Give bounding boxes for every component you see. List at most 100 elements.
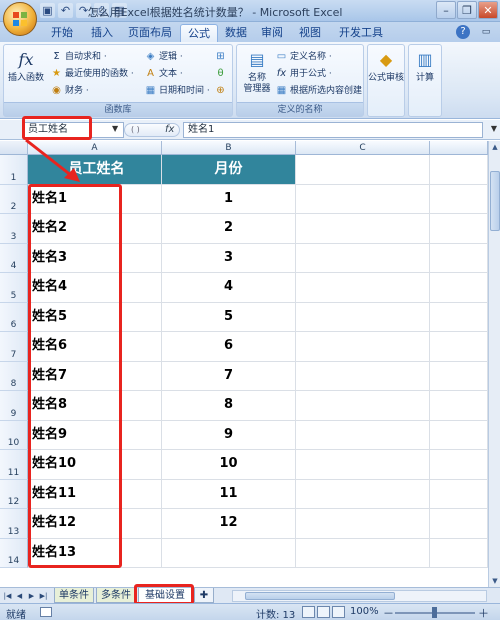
sheet-tab-base[interactable]: 基础设置 [138, 588, 192, 603]
cell-month[interactable] [162, 538, 296, 568]
sheet-tab-single[interactable]: 单条件 [54, 588, 94, 603]
recent-functions-button[interactable]: ★ 最近使用的函数 · [50, 66, 134, 82]
define-name-button[interactable]: ▭ 定义名称 · [275, 49, 332, 65]
sheet-tab-multi[interactable]: 多条件 [96, 588, 136, 603]
cell-empty[interactable] [430, 420, 488, 450]
formula-auditing-button[interactable]: ◆ 公式审核 [368, 49, 404, 84]
cell-name[interactable]: 姓名3 [28, 243, 162, 273]
cell-empty[interactable] [296, 420, 430, 450]
autosum-button[interactable]: Σ 自动求和 · [50, 49, 106, 65]
cell-empty[interactable] [296, 214, 430, 244]
row-header[interactable]: 13 [0, 509, 28, 539]
math-icon[interactable]: θ [214, 66, 229, 82]
formula-input[interactable]: 姓名1 [183, 122, 483, 138]
insert-function-button[interactable]: fx 插入函数 [6, 49, 46, 84]
cell-name[interactable]: 姓名2 [28, 214, 162, 244]
cell-month[interactable]: 6 [162, 332, 296, 362]
restore-button[interactable]: ❐ [457, 1, 477, 19]
cell-name[interactable]: 姓名7 [28, 361, 162, 391]
row-header[interactable]: 12 [0, 479, 28, 509]
cell-month[interactable]: 7 [162, 361, 296, 391]
cell-month[interactable]: 5 [162, 302, 296, 332]
tab-insert[interactable]: 插入 [84, 24, 120, 42]
row-header[interactable]: 11 [0, 450, 28, 480]
cell-empty[interactable] [430, 155, 488, 185]
tab-review[interactable]: 审阅 [256, 24, 288, 42]
row-header[interactable]: 2 [0, 184, 28, 214]
cell-empty[interactable] [296, 509, 430, 539]
tab-view[interactable]: 视图 [293, 24, 327, 42]
text-button[interactable]: A 文本 · [144, 66, 183, 82]
zoom-slider-knob[interactable] [432, 607, 437, 618]
horizontal-scrollbar[interactable] [232, 590, 487, 602]
cell-name[interactable]: 姓名13 [28, 538, 162, 568]
page-layout-view-icon[interactable] [317, 606, 330, 618]
cell-empty[interactable] [296, 361, 430, 391]
cell-empty[interactable] [430, 332, 488, 362]
cell-empty[interactable] [296, 332, 430, 362]
close-button[interactable]: ✕ [478, 1, 498, 19]
prev-sheet-icon[interactable]: ◀ [14, 590, 25, 602]
ribbon-minimize-icon[interactable]: ▭ [477, 25, 495, 39]
lookup-icon[interactable]: ⊞ [214, 49, 229, 65]
cell-month[interactable]: 8 [162, 391, 296, 421]
cell-month[interactable]: 11 [162, 479, 296, 509]
cell-empty[interactable] [296, 273, 430, 303]
cell-empty[interactable] [430, 509, 488, 539]
next-sheet-icon[interactable]: ▶ [26, 590, 37, 602]
chevron-down-icon[interactable]: ▼ [112, 124, 118, 133]
cell-name[interactable]: 姓名6 [28, 332, 162, 362]
tab-data[interactable]: 数据 [220, 24, 252, 42]
cell-empty[interactable] [296, 184, 430, 214]
row-header[interactable]: 6 [0, 302, 28, 332]
tab-page-layout[interactable]: 页面布局 [122, 24, 178, 42]
cell-empty[interactable] [430, 214, 488, 244]
cell-name[interactable]: 姓名10 [28, 450, 162, 480]
scroll-up-icon[interactable]: ▲ [489, 141, 500, 153]
scroll-thumb[interactable] [490, 171, 500, 231]
minimize-button[interactable]: – [436, 1, 456, 19]
datetime-button[interactable]: ▦ 日期和时间 · [144, 83, 210, 99]
row-header[interactable]: 8 [0, 361, 28, 391]
row-header[interactable]: 7 [0, 332, 28, 362]
zoom-level[interactable]: 100% [350, 606, 379, 617]
cell-empty[interactable] [430, 273, 488, 303]
cell-month[interactable]: 9 [162, 420, 296, 450]
name-manager-button[interactable]: ▤ 名称 管理器 [239, 49, 275, 95]
column-header-d[interactable] [430, 141, 488, 155]
row-header[interactable]: 14 [0, 538, 28, 568]
cell-month[interactable]: 4 [162, 273, 296, 303]
hscroll-thumb[interactable] [245, 592, 395, 600]
cell-month[interactable]: 10 [162, 450, 296, 480]
cell-empty[interactable] [430, 302, 488, 332]
cell-empty[interactable] [430, 361, 488, 391]
cell-empty[interactable] [296, 302, 430, 332]
row-header[interactable]: 4 [0, 243, 28, 273]
cell-name[interactable]: 姓名11 [28, 479, 162, 509]
logical-button[interactable]: ◈ 逻辑 · [144, 49, 183, 65]
cell-empty[interactable] [430, 450, 488, 480]
zoom-out-icon[interactable]: － [383, 605, 394, 620]
cell-empty[interactable] [296, 155, 430, 185]
cell-name[interactable]: 姓名12 [28, 509, 162, 539]
cell-month[interactable]: 3 [162, 243, 296, 273]
cell-name[interactable]: 姓名5 [28, 302, 162, 332]
cell-empty[interactable] [296, 243, 430, 273]
expand-formula-bar-icon[interactable]: ▼ [491, 124, 497, 133]
cell-empty[interactable] [296, 391, 430, 421]
row-header[interactable]: 9 [0, 391, 28, 421]
column-header-b[interactable]: B [162, 141, 296, 155]
cell-empty[interactable] [296, 450, 430, 480]
cell-empty[interactable] [430, 479, 488, 509]
financial-button[interactable]: ◉ 财务 · [50, 83, 89, 99]
use-in-formula-button[interactable]: fx 用于公式 · [275, 66, 332, 82]
cell-empty[interactable] [296, 538, 430, 568]
calculation-button[interactable]: ▥ 计算 [409, 49, 441, 84]
cell-empty[interactable] [430, 391, 488, 421]
insert-sheet-icon[interactable]: ✚ [194, 588, 214, 603]
cell-name[interactable]: 姓名9 [28, 420, 162, 450]
cell-empty[interactable] [430, 538, 488, 568]
tab-developer[interactable]: 开发工具 [334, 24, 388, 42]
cell-empty[interactable] [430, 243, 488, 273]
last-sheet-icon[interactable]: ▶| [38, 590, 49, 602]
